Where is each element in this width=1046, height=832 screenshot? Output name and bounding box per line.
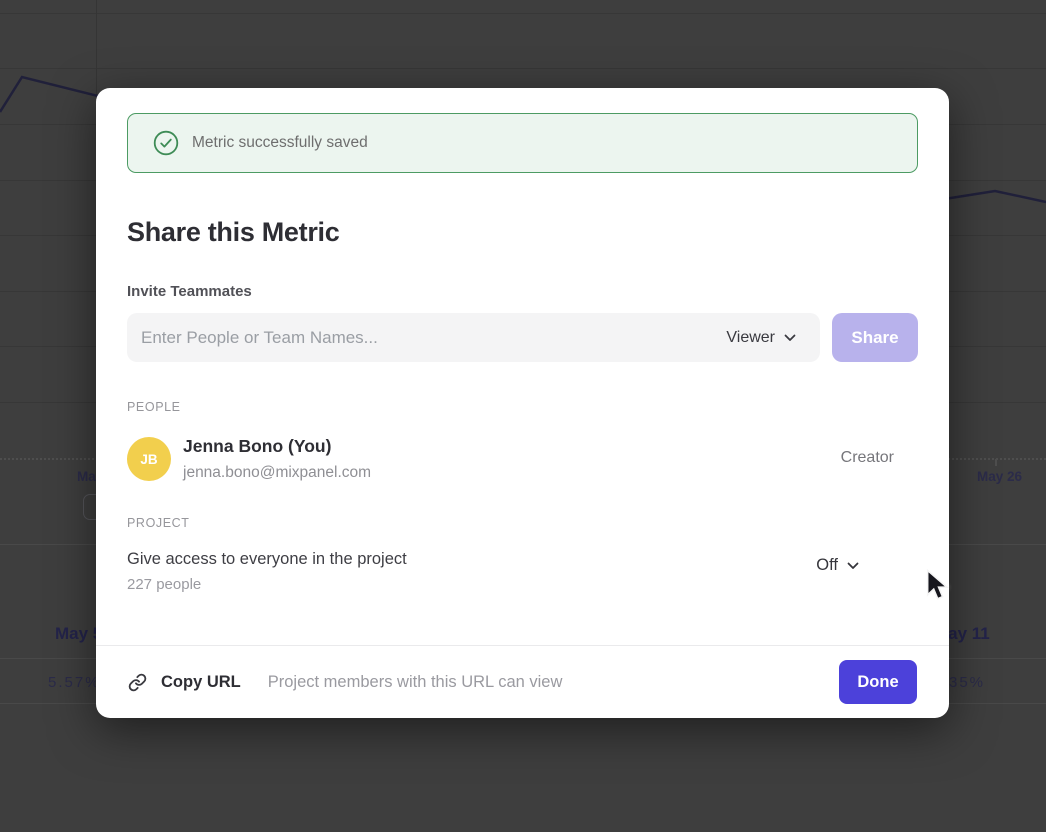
share-metric-modal: Metric successfully saved Share this Met…: [96, 88, 949, 718]
project-section: PROJECT Give access to everyone in the p…: [127, 516, 918, 593]
member-role: Creator: [841, 449, 894, 467]
x-axis-label-right: May 26: [977, 469, 1022, 484]
table-value-right: 35%: [949, 674, 985, 691]
invite-row: Viewer Share: [127, 313, 918, 362]
check-circle-icon: [153, 130, 179, 156]
project-access-value: Off: [816, 556, 838, 575]
toast-message: Metric successfully saved: [192, 134, 368, 152]
member-row: JB Jenna Bono (You) jenna.bono@mixpanel.…: [127, 436, 918, 482]
project-people-count: 227 people: [127, 576, 918, 593]
modal-title: Share this Metric: [127, 217, 918, 248]
role-dropdown[interactable]: Viewer: [726, 313, 796, 362]
table-value-left: 5.57%: [48, 674, 101, 691]
invite-teammates-label: Invite Teammates: [127, 283, 918, 300]
project-access-dropdown[interactable]: Off: [816, 556, 859, 575]
link-icon: [128, 673, 147, 692]
member-text: Jenna Bono (You) jenna.bono@mixpanel.com: [183, 436, 371, 482]
copy-url-hint: Project members with this URL can view: [268, 673, 563, 692]
member-name: Jenna Bono (You): [183, 436, 371, 457]
project-access-title: Give access to everyone in the project: [127, 550, 918, 569]
share-button[interactable]: Share: [832, 313, 918, 362]
invite-people-input[interactable]: [127, 313, 820, 362]
chevron-down-icon: [847, 562, 859, 570]
modal-footer: Copy URL Project members with this URL c…: [96, 645, 949, 718]
avatar: JB: [127, 437, 171, 481]
done-button[interactable]: Done: [839, 660, 917, 704]
invite-input-wrap: Viewer: [127, 313, 820, 362]
success-toast: Metric successfully saved: [127, 113, 918, 173]
project-access-row: Give access to everyone in the project 2…: [127, 550, 918, 593]
chevron-down-icon: [784, 334, 796, 342]
copy-url-button[interactable]: Copy URL: [128, 673, 241, 692]
project-section-heading: PROJECT: [127, 516, 918, 530]
role-dropdown-value: Viewer: [726, 329, 775, 347]
copy-url-label: Copy URL: [161, 673, 241, 692]
member-email: jenna.bono@mixpanel.com: [183, 464, 371, 482]
share-metric-modal-body: Metric successfully saved Share this Met…: [96, 88, 949, 645]
people-section-heading: PEOPLE: [127, 400, 918, 414]
mouse-cursor-icon: [926, 569, 950, 608]
